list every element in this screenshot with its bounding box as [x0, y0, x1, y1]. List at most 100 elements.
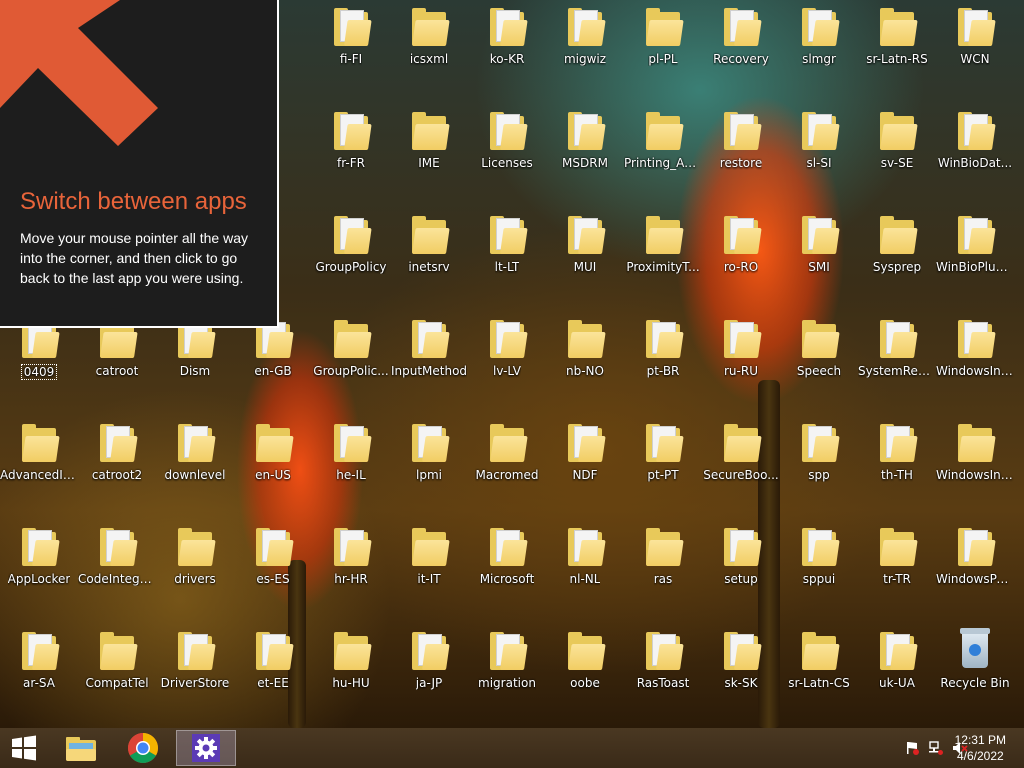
desktop-icon-label: en-GB	[254, 364, 292, 378]
action-center-flag-icon[interactable]	[904, 740, 920, 756]
desktop-folder[interactable]: AppLocker	[0, 520, 78, 624]
desktop-folder[interactable]: lt-LT	[468, 208, 546, 312]
desktop-folder[interactable]: Printing_Ad...	[624, 104, 702, 208]
desktop-folder[interactable]: WinBioPlug...	[936, 208, 1014, 312]
desktop-folder[interactable]: he-IL	[312, 416, 390, 520]
file-explorer-button[interactable]	[58, 728, 104, 768]
desktop-folder[interactable]: SystemRese...	[858, 312, 936, 416]
desktop-icon-label: lt-LT	[494, 260, 520, 274]
desktop-icon-label: GroupPolicy	[315, 260, 387, 274]
folder-icon	[334, 424, 372, 462]
desktop-folder[interactable]: DriverStore	[156, 624, 234, 728]
desktop-folder[interactable]: MSDRM	[546, 104, 624, 208]
desktop-folder[interactable]: slmgr	[780, 0, 858, 104]
desktop-folder[interactable]: Licenses	[468, 104, 546, 208]
desktop-folder[interactable]: icsxml	[390, 0, 468, 104]
desktop-folder[interactable]: ProximityT...	[624, 208, 702, 312]
desktop-folder[interactable]: tr-TR	[858, 520, 936, 624]
desktop-folder[interactable]: pl-PL	[624, 0, 702, 104]
desktop-icon-label: CodeIntegrity	[78, 572, 156, 586]
desktop-folder[interactable]: fi-FI	[312, 0, 390, 104]
desktop-folder[interactable]: ro-RO	[702, 208, 780, 312]
desktop-folder[interactable]: WCN	[936, 0, 1014, 104]
desktop-folder[interactable]: SecureBoo...	[702, 416, 780, 520]
desktop-folder[interactable]: it-IT	[390, 520, 468, 624]
desktop-folder[interactable]: sppui	[780, 520, 858, 624]
desktop-folder[interactable]: WindowsInt...	[936, 416, 1014, 520]
desktop-folder[interactable]: migration	[468, 624, 546, 728]
desktop-folder[interactable]: WindowsInt...	[936, 312, 1014, 416]
folder-icon	[568, 216, 606, 254]
folder-icon	[724, 112, 762, 150]
desktop-icon-label: pl-PL	[648, 52, 678, 66]
desktop-folder[interactable]: catroot2	[78, 416, 156, 520]
desktop-folder[interactable]: drivers	[156, 520, 234, 624]
network-icon[interactable]	[928, 740, 944, 756]
desktop-folder[interactable]: oobe	[546, 624, 624, 728]
desktop-icon-label: setup	[724, 572, 758, 586]
desktop-folder[interactable]: Recovery	[702, 0, 780, 104]
desktop-folder[interactable]: en-US	[234, 416, 312, 520]
desktop-folder[interactable]: downlevel	[156, 416, 234, 520]
desktop-folder[interactable]: MUI	[546, 208, 624, 312]
desktop-folder[interactable]: uk-UA	[858, 624, 936, 728]
desktop-icon-label: GroupPolic...	[313, 364, 389, 378]
desktop-folder[interactable]: et-EE	[234, 624, 312, 728]
desktop-folder[interactable]: RasToast	[624, 624, 702, 728]
desktop-folder[interactable]: GroupPolic...	[312, 312, 390, 416]
desktop-folder[interactable]: ras	[624, 520, 702, 624]
desktop-folder[interactable]: ja-JP	[390, 624, 468, 728]
desktop-folder[interactable]: CodeIntegrity	[78, 520, 156, 624]
taskbar-clock[interactable]: 12:31 PM 4/6/2022	[955, 732, 1006, 764]
desktop-folder[interactable]: migwiz	[546, 0, 624, 104]
desktop-folder[interactable]: Microsoft	[468, 520, 546, 624]
desktop-folder[interactable]: setup	[702, 520, 780, 624]
desktop-folder[interactable]: nb-NO	[546, 312, 624, 416]
desktop-folder[interactable]: spp	[780, 416, 858, 520]
desktop-folder[interactable]: IME	[390, 104, 468, 208]
desktop-folder[interactable]: sl-SI	[780, 104, 858, 208]
desktop-folder[interactable]: CompatTel	[78, 624, 156, 728]
desktop-folder[interactable]: AdvancedIn...	[0, 416, 78, 520]
desktop-folder[interactable]: Sysprep	[858, 208, 936, 312]
desktop-folder[interactable]: ru-RU	[702, 312, 780, 416]
desktop-folder[interactable]: lpmi	[390, 416, 468, 520]
desktop-folder[interactable]: hu-HU	[312, 624, 390, 728]
desktop-folder[interactable]: WindowsPo...	[936, 520, 1014, 624]
desktop-folder[interactable]: es-ES	[234, 520, 312, 624]
desktop-folder[interactable]: SMI	[780, 208, 858, 312]
desktop-folder[interactable]: pt-PT	[624, 416, 702, 520]
folder-icon	[646, 112, 684, 150]
desktop-folder[interactable]: th-TH	[858, 416, 936, 520]
folder-icon	[724, 320, 762, 358]
file-explorer-icon	[66, 737, 96, 761]
desktop-folder[interactable]: sv-SE	[858, 104, 936, 208]
desktop-folder[interactable]: WinBioDat...	[936, 104, 1014, 208]
desktop-folder[interactable]: nl-NL	[546, 520, 624, 624]
desktop-folder[interactable]: sr-Latn-CS	[780, 624, 858, 728]
desktop-folder[interactable]: sr-Latn-RS	[858, 0, 936, 104]
desktop-folder[interactable]: NDF	[546, 416, 624, 520]
settings-button[interactable]	[176, 730, 236, 766]
desktop-folder[interactable]: GroupPolicy	[312, 208, 390, 312]
desktop-folder[interactable]: lv-LV	[468, 312, 546, 416]
desktop-folder[interactable]: restore	[702, 104, 780, 208]
desktop-folder[interactable]: hr-HR	[312, 520, 390, 624]
folder-icon	[802, 424, 840, 462]
desktop-folder[interactable]: ar-SA	[0, 624, 78, 728]
folder-icon	[178, 632, 216, 670]
desktop-folder[interactable]: InputMethod	[390, 312, 468, 416]
desktop-folder[interactable]: fr-FR	[312, 104, 390, 208]
desktop-folder[interactable]: Speech	[780, 312, 858, 416]
desktop-folder[interactable]: inetsrv	[390, 208, 468, 312]
folder-icon	[724, 528, 762, 566]
recycle-bin[interactable]: Recycle Bin	[936, 624, 1014, 728]
start-button[interactable]	[4, 728, 44, 768]
desktop-folder[interactable]: Macromed	[468, 416, 546, 520]
desktop-folder[interactable]: ko-KR	[468, 0, 546, 104]
windows-logo-icon	[12, 735, 36, 761]
desktop-folder[interactable]: pt-BR	[624, 312, 702, 416]
chrome-button[interactable]	[118, 728, 168, 768]
folder-icon	[100, 632, 138, 670]
desktop-folder[interactable]: sk-SK	[702, 624, 780, 728]
